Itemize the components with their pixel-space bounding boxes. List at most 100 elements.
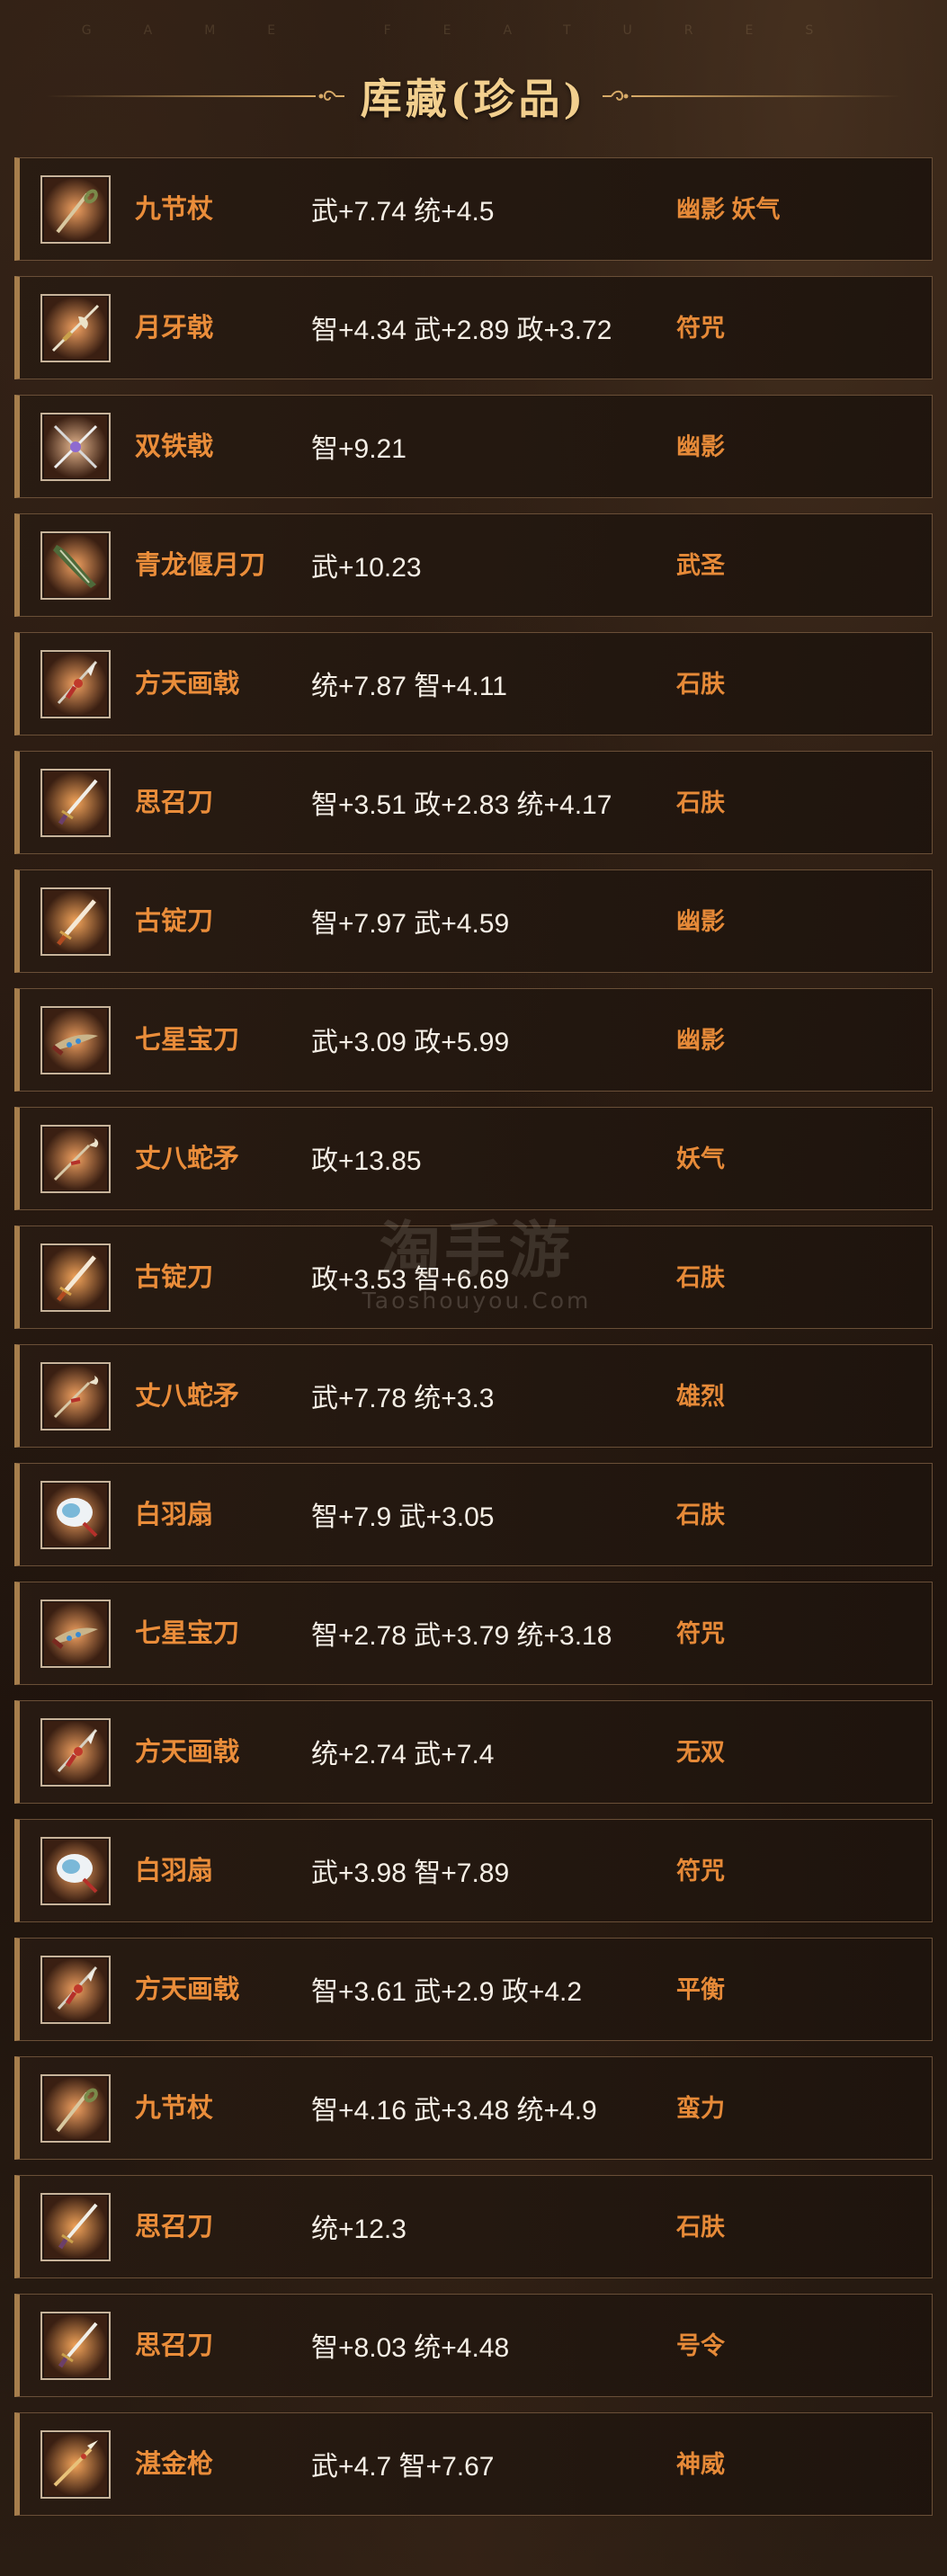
item-name: 思召刀 [135, 789, 214, 817]
item-tags: 蛮力 [676, 2095, 725, 2122]
treasure-row[interactable]: 方天画戟 统+2.74 武+7.4 无双 [14, 1700, 933, 1804]
treasure-row[interactable]: 古锭刀 政+3.53 智+6.69 石肤 [14, 1226, 933, 1329]
serpent-spear-icon [40, 1362, 111, 1431]
item-name: 思召刀 [135, 2331, 214, 2360]
item-stats: 智+9.21 [311, 434, 406, 464]
title-divider-right [631, 95, 902, 97]
item-name: 九节杖 [135, 195, 214, 224]
blade-icon [40, 887, 111, 956]
item-stats: 统+12.3 [311, 2215, 406, 2244]
item-stats: 智+3.61 武+2.9 政+4.2 [311, 1977, 583, 2007]
item-name: 湛金枪 [135, 2450, 214, 2479]
item-stats: 智+2.78 武+3.79 统+3.18 [311, 1621, 612, 1651]
item-tags: 无双 [676, 1739, 725, 1766]
item-name: 方天画戟 [135, 1975, 240, 2004]
feather-fan-icon [40, 1481, 111, 1549]
item-tags: 符咒 [676, 1858, 725, 1885]
ornament-right-icon [599, 85, 631, 108]
item-tags: 神威 [676, 2451, 725, 2478]
item-stats: 武+3.09 政+5.99 [311, 1028, 510, 1057]
item-tags: 幽影 [676, 433, 725, 460]
glaive-icon [40, 531, 111, 600]
treasure-row[interactable]: 思召刀 智+3.51 政+2.83 统+4.17 石肤 [14, 751, 933, 854]
item-name: 七星宝刀 [135, 1026, 240, 1055]
treasure-row[interactable]: 月牙戟 智+4.34 武+2.89 政+3.72 符咒 [14, 276, 933, 379]
item-tags: 幽影 [676, 908, 725, 935]
item-tags: 符咒 [676, 315, 725, 342]
treasure-row[interactable]: 双铁戟 智+9.21 幽影 [14, 395, 933, 498]
item-stats: 政+3.53 智+6.69 [311, 1265, 510, 1295]
treasure-row[interactable]: 白羽扇 武+3.98 智+7.89 符咒 [14, 1819, 933, 1922]
crescent-halberd-icon [40, 294, 111, 362]
item-tags: 石肤 [676, 2214, 725, 2241]
item-name: 思召刀 [135, 2213, 214, 2242]
item-stats: 智+4.16 武+3.48 统+4.9 [311, 2096, 597, 2126]
item-name: 青龙偃月刀 [135, 551, 266, 580]
treasure-row[interactable]: 白羽扇 智+7.9 武+3.05 石肤 [14, 1463, 933, 1566]
treasure-row[interactable]: 思召刀 智+8.03 统+4.48 号令 [14, 2294, 933, 2397]
item-stats: 统+7.87 智+4.11 [311, 672, 507, 701]
item-name: 方天画戟 [135, 1738, 240, 1767]
item-stats: 武+7.78 统+3.3 [311, 1384, 495, 1413]
treasure-row[interactable]: 九节杖 武+7.74 统+4.5 幽影 妖气 [14, 157, 933, 261]
treasure-row[interactable]: 湛金枪 武+4.7 智+7.67 神威 [14, 2412, 933, 2516]
item-tags: 石肤 [676, 671, 725, 698]
item-tags: 石肤 [676, 1264, 725, 1291]
treasure-row[interactable]: 七星宝刀 智+2.78 武+3.79 统+3.18 符咒 [14, 1582, 933, 1685]
treasure-row[interactable]: 古锭刀 智+7.97 武+4.59 幽影 [14, 869, 933, 973]
treasure-row[interactable]: 丈八蛇矛 政+13.85 妖气 [14, 1107, 933, 1210]
item-stats: 智+8.03 统+4.48 [311, 2333, 510, 2363]
item-name: 丈八蛇矛 [135, 1382, 240, 1411]
header-subtitle: GAME FEATURES [81, 23, 866, 38]
blade-icon [40, 1243, 111, 1312]
item-stats: 武+4.7 智+7.67 [311, 2452, 495, 2482]
item-stats: 智+7.9 武+3.05 [311, 1502, 495, 1532]
spear-icon [40, 2430, 111, 2499]
staff-icon [40, 2074, 111, 2143]
item-tags: 幽影 妖气 [676, 196, 781, 223]
title-divider-left [45, 95, 316, 97]
item-tags: 妖气 [676, 1145, 725, 1172]
sword-icon [40, 769, 111, 837]
item-tags: 符咒 [676, 1620, 725, 1647]
sword-icon [40, 2312, 111, 2380]
treasure-list: 九节杖 武+7.74 统+4.5 幽影 妖气 月牙戟 智+4.34 武+2.89 政+3… [14, 157, 933, 2531]
item-stats: 武+10.23 [311, 553, 422, 583]
item-stats: 统+2.74 武+7.4 [311, 1740, 495, 1769]
ornate-blade-icon [40, 1600, 111, 1668]
treasure-row[interactable]: 方天画戟 统+7.87 智+4.11 石肤 [14, 632, 933, 735]
halberd-icon [40, 1718, 111, 1787]
item-stats: 智+3.51 政+2.83 统+4.17 [311, 790, 612, 820]
item-name: 古锭刀 [135, 1263, 214, 1292]
item-name: 方天画戟 [135, 670, 240, 699]
halberd-icon [40, 1956, 111, 2024]
title-bar: 库藏(珍品) [0, 56, 947, 137]
treasure-row[interactable]: 青龙偃月刀 武+10.23 武圣 [14, 513, 933, 617]
item-tags: 幽影 [676, 1027, 725, 1054]
item-tags: 平衡 [676, 1976, 725, 2003]
halberd-icon [40, 650, 111, 718]
item-stats: 智+7.97 武+4.59 [311, 909, 510, 939]
item-name: 九节杖 [135, 2094, 214, 2123]
treasure-row[interactable]: 方天画戟 智+3.61 武+2.9 政+4.2 平衡 [14, 1938, 933, 2041]
item-stats: 武+7.74 统+4.5 [311, 197, 495, 227]
item-tags: 号令 [676, 2332, 725, 2359]
item-tags: 石肤 [676, 1502, 725, 1529]
item-name: 双铁戟 [135, 432, 214, 461]
treasure-row[interactable]: 七星宝刀 武+3.09 政+5.99 幽影 [14, 988, 933, 1092]
treasure-row[interactable]: 思召刀 统+12.3 石肤 [14, 2175, 933, 2278]
sword-icon [40, 2193, 111, 2261]
item-stats: 政+13.85 [311, 1146, 422, 1176]
treasure-row[interactable]: 丈八蛇矛 武+7.78 统+3.3 雄烈 [14, 1344, 933, 1448]
treasure-row[interactable]: 九节杖 智+4.16 武+3.48 统+4.9 蛮力 [14, 2056, 933, 2160]
item-tags: 雄烈 [676, 1383, 725, 1410]
item-tags: 武圣 [676, 552, 725, 579]
serpent-spear-icon [40, 1125, 111, 1193]
item-name: 七星宝刀 [135, 1619, 240, 1648]
item-stats: 智+4.34 武+2.89 政+3.72 [311, 316, 612, 345]
staff-icon [40, 175, 111, 244]
item-tags: 石肤 [676, 789, 725, 816]
item-name: 丈八蛇矛 [135, 1145, 240, 1173]
item-name: 白羽扇 [135, 1857, 214, 1885]
item-stats: 武+3.98 智+7.89 [311, 1858, 510, 1888]
